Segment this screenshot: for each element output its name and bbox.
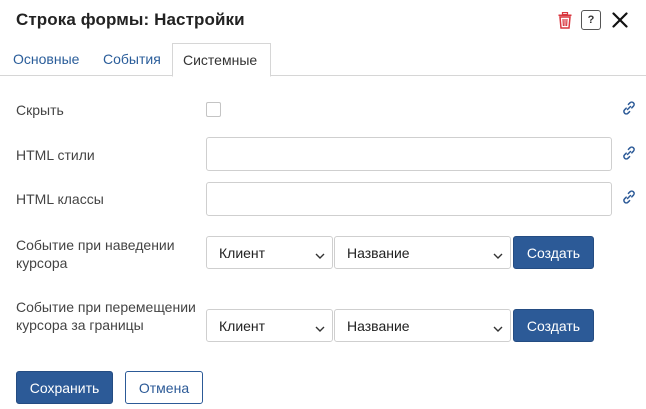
tab-bar: Основные События Системные (0, 43, 646, 77)
tab-events[interactable]: События (103, 43, 161, 76)
chevron-down-icon (492, 248, 504, 259)
leave-event-name-select[interactable]: Название (334, 309, 511, 342)
tab-main[interactable]: Основные (13, 43, 79, 76)
leave-event-label: Событие при перемещении курсора за грани… (16, 299, 196, 333)
chevron-down-icon (492, 321, 504, 332)
hover-event-side-select[interactable]: Клиент (206, 236, 333, 269)
link-icon[interactable] (621, 189, 637, 205)
select-value: Название (347, 245, 410, 261)
html-styles-label: HTML стили (16, 147, 95, 163)
hover-event-name-select[interactable]: Название (334, 236, 511, 269)
dialog-header: Строка формы: Настройки ? (0, 0, 646, 42)
hide-label: Скрыть (16, 102, 64, 118)
dialog-title: Строка формы: Настройки (16, 10, 245, 29)
select-value: Клиент (219, 318, 266, 334)
help-icon[interactable]: ? (581, 10, 601, 30)
select-value: Клиент (219, 245, 266, 261)
leave-event-side-select[interactable]: Клиент (206, 309, 333, 342)
html-classes-input[interactable] (206, 182, 612, 216)
save-button[interactable]: Сохранить (16, 371, 113, 404)
trash-icon[interactable] (557, 10, 573, 30)
link-icon[interactable] (621, 100, 637, 116)
settings-dialog: Строка формы: Настройки ? Основные Событ… (0, 0, 646, 409)
chevron-down-icon (314, 321, 326, 332)
chevron-down-icon (314, 248, 326, 259)
html-styles-input[interactable] (206, 137, 612, 171)
hide-checkbox[interactable] (206, 102, 221, 117)
leave-event-create-button[interactable]: Создать (513, 309, 594, 342)
html-classes-label: HTML классы (16, 191, 104, 207)
hover-event-create-button[interactable]: Создать (513, 236, 594, 269)
tab-system[interactable]: Системные (172, 43, 271, 77)
close-icon[interactable] (610, 10, 630, 30)
select-value: Название (347, 318, 410, 334)
cancel-button[interactable]: Отмена (125, 371, 203, 404)
hover-event-label: Событие при наведении курсора (16, 237, 175, 271)
link-icon[interactable] (621, 145, 637, 161)
